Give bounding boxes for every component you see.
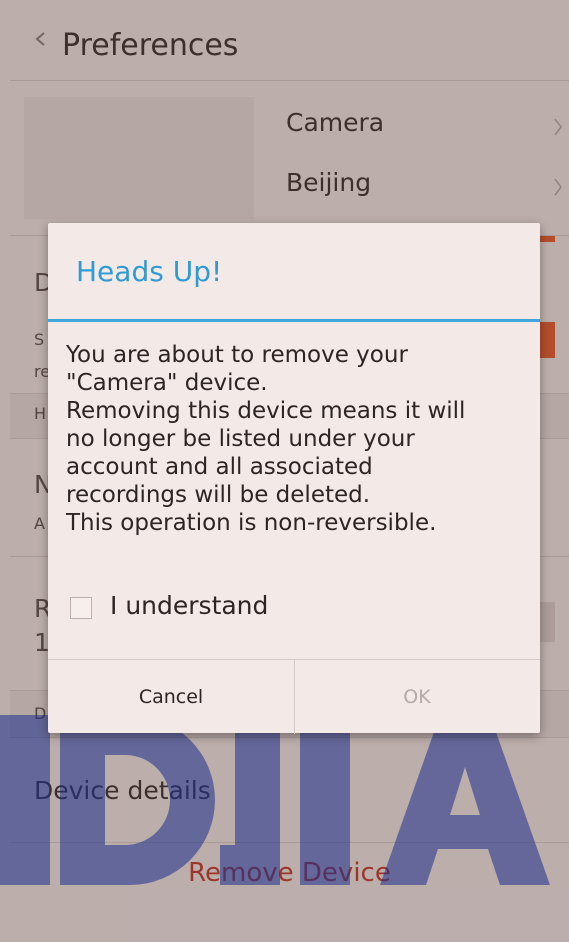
understand-checkbox-label[interactable]: I understand [110, 591, 268, 620]
dialog-message-line: This operation is non-reversible. [66, 510, 437, 536]
ok-button[interactable]: OK [294, 660, 540, 734]
dialog-message-line: "Camera" device. [66, 370, 268, 396]
dialog-message-line: recordings will be deleted. [66, 482, 371, 508]
dialog-button-bar: Cancel OK [48, 659, 540, 734]
dialog-title: Heads Up! [76, 255, 223, 288]
dialog-message-line: Removing this device means it will [66, 398, 466, 424]
confirm-remove-dialog: Heads Up! You are about to remove your "… [48, 223, 540, 734]
cancel-button[interactable]: Cancel [48, 660, 295, 734]
dialog-message-line: no longer be listed under your [66, 426, 415, 452]
dialog-message-line: You are about to remove your [66, 342, 408, 368]
understand-checkbox[interactable] [70, 597, 92, 619]
dialog-message: You are about to remove your "Camera" de… [66, 341, 530, 537]
dialog-message-line: account and all associated [66, 454, 373, 480]
dialog-divider [48, 319, 540, 322]
